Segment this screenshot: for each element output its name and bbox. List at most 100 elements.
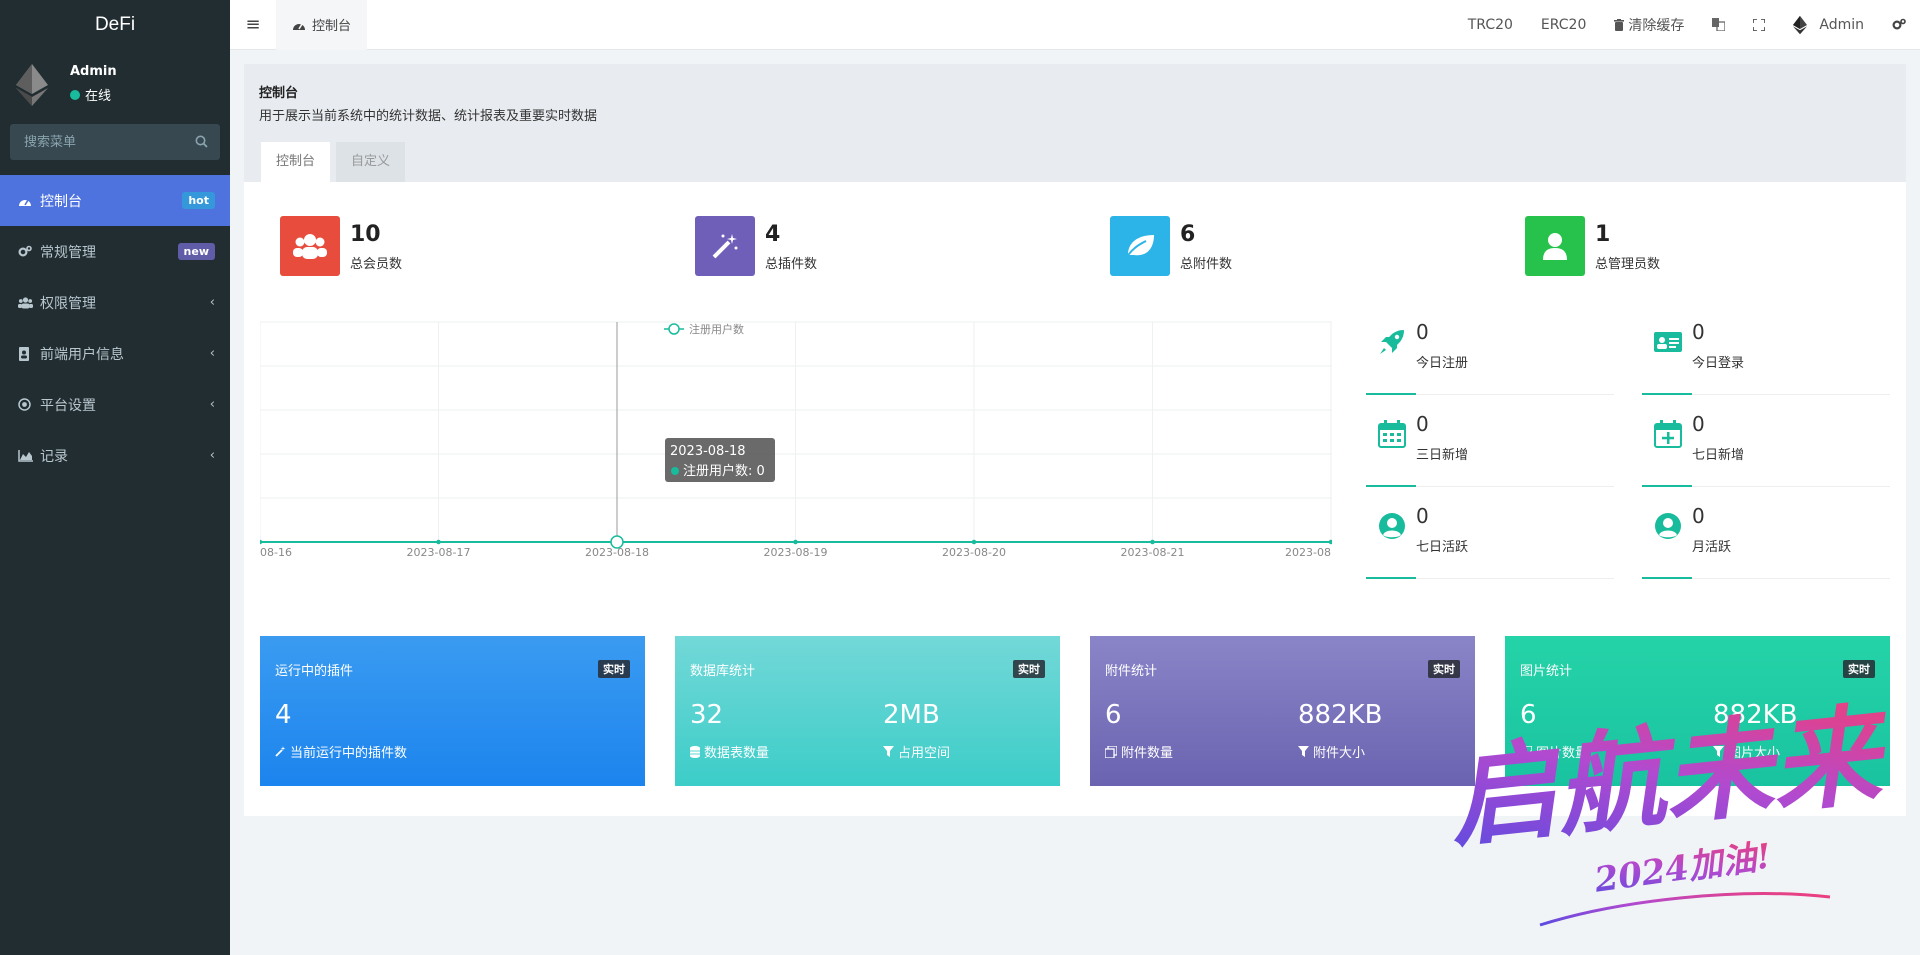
data-point xyxy=(260,539,263,545)
legend-label: 注册用户数 xyxy=(689,322,744,336)
sidebar-item-general[interactable]: 常规管理 new xyxy=(0,226,230,277)
mini-stat-seven-day-new: 0 七日新增 xyxy=(1642,412,1890,487)
sidebar-item-platform-settings[interactable]: 平台设置 ‹ xyxy=(0,379,230,430)
page-description: 用于展示当前系统中的统计数据、统计报表及重要实时数据 xyxy=(259,109,598,124)
mini-accent-bar xyxy=(1642,577,1692,579)
admin-menu[interactable]: Admin xyxy=(1779,0,1878,50)
stat-label: 总附件数 xyxy=(1180,256,1233,272)
mini-stat-three-day-new: 0 三日新增 xyxy=(1366,412,1614,487)
card-value: 4 xyxy=(275,700,292,730)
card-subtitle: 附件数量 xyxy=(1105,742,1173,761)
tooltip-date: 2023-08-18 xyxy=(670,444,746,459)
calendar-plus-icon xyxy=(1654,420,1682,448)
sidebar-item-label: 前端用户信息 xyxy=(40,346,124,363)
mini-accent-bar xyxy=(1366,485,1416,487)
data-point xyxy=(793,539,798,545)
sidebar-item-label: 平台设置 xyxy=(40,397,96,414)
stat-value: 1 xyxy=(1595,221,1611,247)
data-point xyxy=(1328,539,1332,545)
chevron-left-icon: ‹ xyxy=(209,397,215,412)
users-icon xyxy=(280,216,340,276)
stat-admins: 1 总管理员数 xyxy=(1525,216,1660,276)
chevron-left-icon: ‹ xyxy=(209,448,215,463)
card-subtitle: 当前运行中的插件数 xyxy=(275,742,407,761)
sidebar-item-records[interactable]: 记录 ‹ xyxy=(0,430,230,481)
tab-dashboard-panel[interactable]: 控制台 xyxy=(261,142,331,182)
settings-button[interactable] xyxy=(1878,0,1920,50)
sidebar-item-permissions[interactable]: 权限管理 ‹ xyxy=(0,277,230,328)
sidebar-toggle-icon[interactable]: ≡ xyxy=(230,0,276,50)
mini-stat-today-login: 0 今日登录 xyxy=(1642,320,1890,395)
mini-stat-monthly-active: 0 月活跃 xyxy=(1642,504,1890,579)
id-card-icon xyxy=(1654,332,1682,352)
card-subtitle-text: 附件数量 xyxy=(1121,746,1174,761)
registered-users-chart[interactable]: 08-16 2023-08-17 2023-08-18 2023-08-19 2023-… xyxy=(260,320,1332,620)
mini-accent-bar xyxy=(1642,393,1692,395)
language-icon xyxy=(1712,18,1726,31)
x-tick-label: 2023-08-21 xyxy=(1121,546,1185,559)
app-logo[interactable]: DeFi xyxy=(0,0,230,50)
tab-dashboard[interactable]: 控制台 xyxy=(276,0,368,50)
realtime-badge: 实时 xyxy=(1013,660,1045,678)
address-book-icon xyxy=(18,346,34,361)
dashboard-icon xyxy=(293,23,305,30)
stat-plugins: 4 总插件数 xyxy=(695,216,817,276)
mini-value: 0 xyxy=(1692,320,1705,344)
sidebar-item-label: 记录 xyxy=(40,448,68,465)
sidebar-item-frontend-users[interactable]: 前端用户信息 ‹ xyxy=(0,328,230,379)
tab-custom[interactable]: 自定义 xyxy=(336,142,406,182)
erc20-link[interactable]: ERC20 xyxy=(1527,0,1600,50)
online-dot-icon xyxy=(70,89,80,100)
x-tick-label: 2023-08-17 xyxy=(407,546,471,559)
card-subtitle: 数据表数量 xyxy=(690,742,769,761)
data-point xyxy=(436,539,441,545)
card-attachment-stats: 附件统计 实时 6 882KB 附件数量 附件大小 xyxy=(1090,636,1475,786)
mini-value: 0 xyxy=(1416,504,1429,528)
stats-row: 10 总会员数 4 总插件数 6 总附件数 1 总管理员数 xyxy=(280,216,1906,276)
tab-label: 控制台 xyxy=(312,19,352,34)
stat-value: 10 xyxy=(350,221,381,247)
card-subtitle-text: 占用空间 xyxy=(898,746,951,761)
chevron-left-icon: ‹ xyxy=(209,346,215,361)
filter-icon xyxy=(883,746,894,757)
trash-icon xyxy=(1614,18,1625,31)
stat-value: 4 xyxy=(765,221,781,247)
mini-value: 0 xyxy=(1692,504,1705,528)
user-name: Admin xyxy=(70,64,117,79)
watermark-calligraphy: 启航未来 2024加油! xyxy=(1443,691,1898,927)
stat-label: 总插件数 xyxy=(765,256,818,272)
x-tick-label: 08-16 xyxy=(260,546,292,559)
mini-label: 七日活跃 xyxy=(1416,540,1469,555)
group-icon xyxy=(18,296,34,310)
rocket-icon xyxy=(1380,330,1404,354)
mini-stat-seven-day-active: 0 七日活跃 xyxy=(1366,504,1614,579)
user-status-text: 在线 xyxy=(85,89,112,104)
mini-label: 三日新增 xyxy=(1416,448,1469,463)
data-point xyxy=(1150,539,1155,545)
sidebar-menu: 控制台 hot 常规管理 new 权限管理 ‹ 前端用户信息 ‹ 平台设置 ‹ … xyxy=(0,175,230,481)
stat-label: 总会员数 xyxy=(350,256,403,272)
card-value-2: 882KB xyxy=(1298,700,1383,730)
magic-icon xyxy=(695,216,755,276)
leaf-icon xyxy=(1110,216,1170,276)
admin-name: Admin xyxy=(1819,16,1864,33)
fullscreen-button[interactable] xyxy=(1739,0,1779,50)
language-button[interactable] xyxy=(1698,0,1739,50)
trc20-link[interactable]: TRC20 xyxy=(1454,0,1527,50)
magic-icon xyxy=(275,746,286,757)
mini-accent-bar xyxy=(1642,485,1692,487)
stat-members: 10 总会员数 xyxy=(280,216,402,276)
x-tick-label: 2023-08-18 xyxy=(585,546,649,559)
search-icon[interactable] xyxy=(195,135,208,148)
clear-cache-button[interactable]: 清除缓存 xyxy=(1600,0,1698,50)
menu-search-input[interactable] xyxy=(10,124,220,160)
top-right-nav: TRC20 ERC20 清除缓存 Admin xyxy=(1454,0,1920,50)
sidebar-item-label: 权限管理 xyxy=(40,295,96,312)
chevron-left-icon: ‹ xyxy=(209,295,215,310)
card-title: 数据库统计 xyxy=(690,664,756,679)
sidebar-item-dashboard[interactable]: 控制台 hot xyxy=(0,175,230,226)
card-subtitle-text: 附件大小 xyxy=(1313,746,1366,761)
watermark-main-text: 启航未来 xyxy=(1443,691,1898,863)
tooltip-value: 注册用户数: 0 xyxy=(683,463,765,479)
dashboard-icon xyxy=(18,194,34,208)
